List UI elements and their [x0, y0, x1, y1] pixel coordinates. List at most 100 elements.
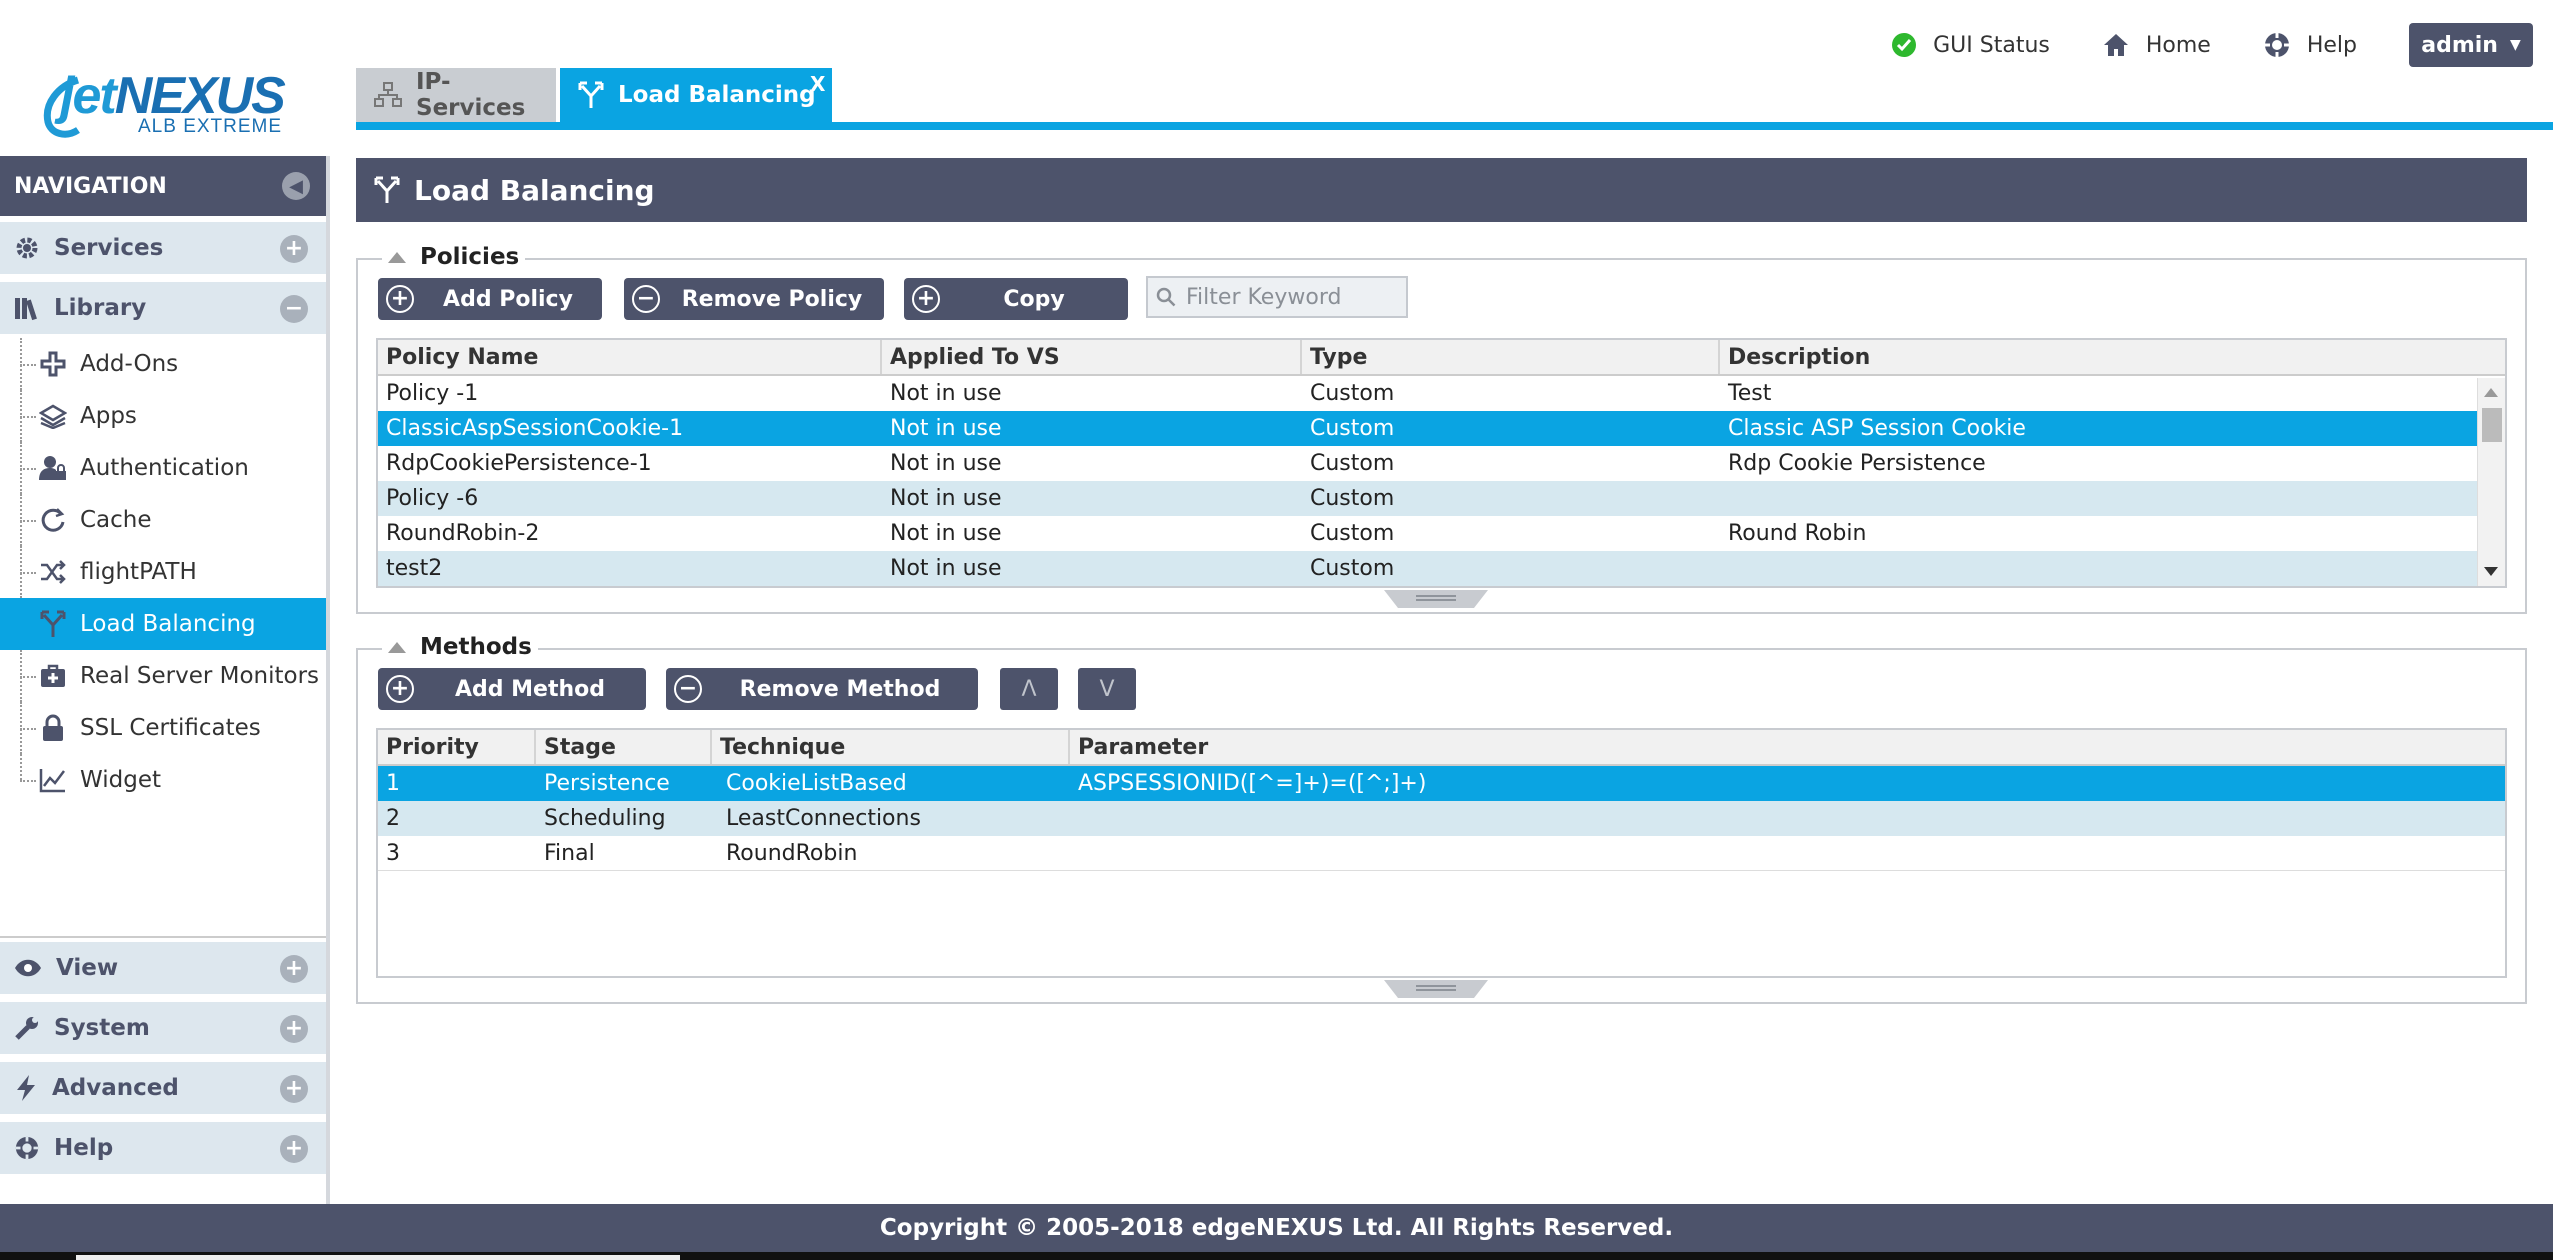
sidebar-section-label: Help — [54, 1135, 114, 1161]
search-icon — [1156, 287, 1176, 307]
footer: Copyright © 2005-2018 edgeNEXUS Ltd. All… — [0, 1204, 2553, 1252]
cell-type: Custom — [1310, 381, 1395, 406]
expand-plus-icon[interactable]: + — [280, 235, 308, 263]
cell-applied-to-vs: Not in use — [890, 556, 1002, 581]
tab-load-balancing[interactable]: Load Balancing — [560, 68, 832, 122]
column-header-technique[interactable]: Technique — [712, 730, 1070, 764]
sidebar-item-real-server-monitors[interactable]: Real Server Monitors — [0, 650, 326, 702]
tab-ip-services[interactable]: IP-Services — [356, 68, 556, 122]
table-row[interactable]: RdpCookiePersistence-1 Not in use Custom… — [378, 446, 2505, 481]
move-up-button[interactable]: Λ — [1000, 668, 1058, 710]
home-label: Home — [2145, 32, 2211, 58]
sidebar-section-advanced[interactable]: Advanced + — [0, 1062, 326, 1116]
collapse-minus-icon[interactable]: − — [280, 295, 308, 323]
sidebar-section-view[interactable]: View + — [0, 942, 326, 996]
table-row-selected[interactable]: ClassicAspSessionCookie-1 Not in use Cus… — [378, 411, 2505, 446]
help-label: Help — [2306, 32, 2357, 58]
sidebar-bottom-sections: View + System + Advanced + Help + — [0, 936, 326, 1176]
sidebar-section-library[interactable]: Library − — [0, 282, 326, 336]
collapse-triangle-icon — [388, 251, 406, 263]
sidebar-item-ssl-certificates[interactable]: SSL Certificates — [0, 702, 326, 754]
remove-method-button[interactable]: − Remove Method — [666, 668, 978, 710]
library-books-icon — [14, 295, 40, 321]
cell-policy-name: Policy -1 — [386, 381, 479, 406]
sidebar-section-label: Services — [54, 235, 164, 261]
column-header-description[interactable]: Description — [1720, 340, 2505, 374]
methods-legend-label: Methods — [420, 634, 532, 660]
sidebar-item-widget[interactable]: Widget — [0, 754, 326, 806]
expand-plus-icon[interactable]: + — [280, 1135, 308, 1163]
caret-down-icon: ▼ — [2509, 37, 2521, 53]
policies-legend-toggle[interactable]: Policies — [382, 244, 526, 270]
scroll-down-icon[interactable] — [2484, 567, 2498, 576]
sidebar-item-label: Authentication — [80, 455, 249, 481]
library-tree: Add-Ons Apps Authentication Cache flight… — [0, 336, 326, 806]
remove-policy-button[interactable]: − Remove Policy — [624, 278, 884, 320]
table-row[interactable]: 3 Final RoundRobin — [378, 836, 2505, 871]
page-title-bar: Load Balancing — [356, 158, 2527, 222]
table-row[interactable]: RoundRobin-2 Not in use Custom Round Rob… — [378, 516, 2505, 551]
table-row[interactable]: Policy -1 Not in use Custom Test — [378, 376, 2505, 411]
apps-stack-icon — [38, 403, 68, 429]
add-method-button[interactable]: + Add Method — [378, 668, 646, 710]
help-link[interactable]: Help — [2263, 31, 2357, 59]
minus-circle-icon: − — [674, 675, 702, 703]
scroll-up-icon[interactable] — [2484, 388, 2498, 397]
sidebar-section-services[interactable]: Services + — [0, 222, 326, 276]
filter-keyword-input[interactable] — [1186, 284, 1396, 310]
user-menu-button[interactable]: admin ▼ — [2409, 23, 2533, 67]
scroll-thumb[interactable] — [2482, 408, 2502, 442]
methods-resize-handle[interactable] — [1384, 980, 1488, 998]
policies-scrollbar[interactable] — [2477, 378, 2505, 586]
load-balancing-icon — [38, 610, 68, 638]
expand-plus-icon[interactable]: + — [280, 955, 308, 983]
copy-policy-label: Copy — [1003, 286, 1065, 312]
tab-load-balancing-label: Load Balancing — [618, 82, 816, 108]
home-link[interactable]: Home — [2102, 32, 2211, 58]
column-header-policy-name[interactable]: Policy Name — [378, 340, 882, 374]
methods-legend-toggle[interactable]: Methods — [382, 634, 538, 660]
load-balancing-icon — [374, 175, 400, 205]
methods-table-header: Priority Stage Technique Parameter — [378, 730, 2505, 766]
table-row[interactable]: 2 Scheduling LeastConnections — [378, 801, 2505, 836]
home-icon — [2102, 32, 2130, 58]
methods-panel: Methods + Add Method − Remove Method Λ V… — [356, 634, 2527, 1004]
sidebar-section-system[interactable]: System + — [0, 1002, 326, 1056]
cell-description: Test — [1728, 381, 1772, 406]
column-header-type[interactable]: Type — [1302, 340, 1720, 374]
table-row[interactable]: test2 Not in use Custom — [378, 551, 2505, 586]
sidebar-item-label: flightPATH — [80, 559, 197, 585]
column-header-applied-to-vs[interactable]: Applied To VS — [882, 340, 1302, 374]
move-down-button[interactable]: V — [1078, 668, 1136, 710]
column-header-parameter[interactable]: Parameter — [1070, 730, 2505, 764]
sidebar-item-load-balancing[interactable]: Load Balancing — [0, 598, 326, 650]
copy-policy-button[interactable]: + Copy — [904, 278, 1128, 320]
sidebar-section-label: System — [54, 1015, 150, 1041]
sidebar-item-authentication[interactable]: Authentication — [0, 442, 326, 494]
sidebar-item-apps[interactable]: Apps — [0, 390, 326, 442]
cell-parameter: ASPSESSIONID([^=]+)=([^;]+) — [1078, 771, 1427, 796]
table-row-selected[interactable]: 1 Persistence CookieListBased ASPSESSION… — [378, 766, 2505, 801]
expand-plus-icon[interactable]: + — [280, 1015, 308, 1043]
cell-description: Round Robin — [1728, 521, 1867, 546]
table-row[interactable]: Policy -6 Not in use Custom — [378, 481, 2505, 516]
cell-technique: LeastConnections — [726, 806, 921, 831]
gui-status-link[interactable]: GUI Status — [1891, 32, 2050, 58]
sidebar-section-help[interactable]: Help + — [0, 1122, 326, 1176]
minus-circle-icon: − — [632, 285, 660, 313]
expand-plus-icon[interactable]: + — [280, 1075, 308, 1103]
add-policy-button[interactable]: + Add Policy — [378, 278, 602, 320]
collapse-sidebar-icon[interactable]: ◀ — [282, 172, 310, 200]
tab-close-button[interactable]: X — [810, 72, 825, 96]
column-header-priority[interactable]: Priority — [378, 730, 536, 764]
cell-description: Classic ASP Session Cookie — [1728, 416, 2026, 441]
sidebar-item-flightpath[interactable]: flightPATH — [0, 546, 326, 598]
policies-resize-handle[interactable] — [1384, 590, 1488, 608]
collapse-triangle-icon — [388, 641, 406, 653]
cell-policy-name: test2 — [386, 556, 443, 581]
sidebar-item-label: Apps — [80, 403, 137, 429]
sidebar-item-add-ons[interactable]: Add-Ons — [0, 338, 326, 390]
sidebar-item-cache[interactable]: Cache — [0, 494, 326, 546]
gui-status-label: GUI Status — [1933, 32, 2050, 58]
column-header-stage[interactable]: Stage — [536, 730, 712, 764]
